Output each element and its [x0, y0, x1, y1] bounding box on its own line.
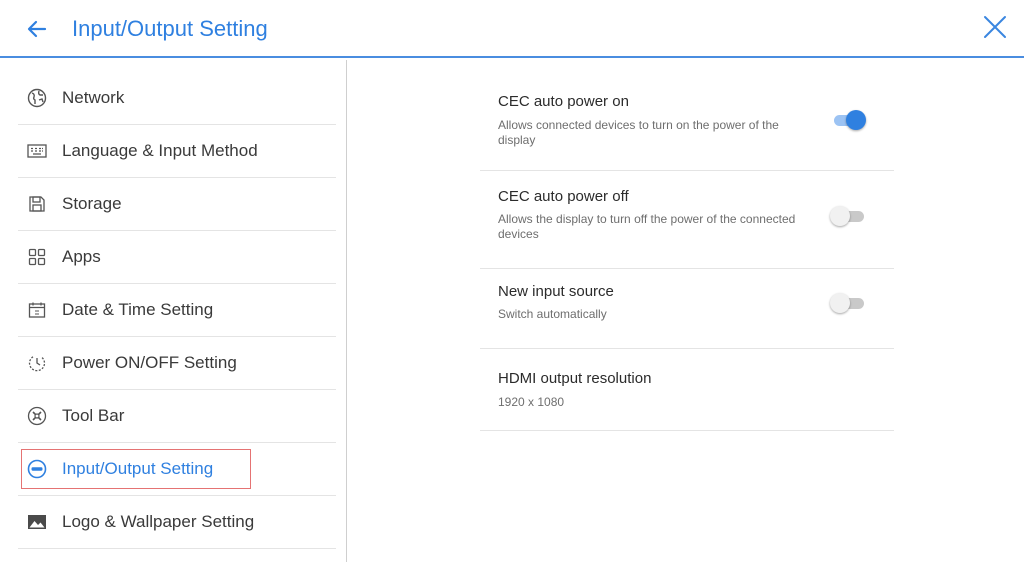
cec-power-on-toggle[interactable] [830, 109, 866, 131]
sidebar-item-label: Date & Time Setting [62, 300, 214, 319]
new-input-source-toggle[interactable] [830, 292, 866, 314]
toggle-thumb [830, 206, 850, 226]
cec-power-off-toggle[interactable] [830, 205, 866, 227]
settings-panel: CEC auto power on Allows connected devic… [480, 76, 894, 431]
sidebar-item-label: Apps [62, 247, 101, 266]
sidebar-item-apps[interactable]: Apps [18, 231, 336, 284]
setting-description: 1920 x 1080 [498, 395, 565, 409]
setting-title: New input source [498, 283, 614, 300]
setting-description: Allows connected devices to turn on the … [498, 118, 779, 147]
tools-icon [26, 405, 48, 427]
sidebar-item-logo-wallpaper[interactable]: Logo & Wallpaper Setting [18, 496, 336, 549]
setting-title: CEC auto power off [498, 188, 629, 205]
sidebar-item-label: Power ON/OFF Setting [62, 353, 237, 372]
setting-row-cec-power-on[interactable]: CEC auto power on Allows connected devic… [480, 76, 894, 171]
input-output-icon [26, 458, 48, 480]
setting-title: CEC auto power on [498, 93, 629, 110]
globe-icon [26, 87, 48, 109]
setting-description: Allows the display to turn off the power… [498, 212, 796, 241]
panel-divider [346, 60, 347, 562]
toggle-thumb [846, 110, 866, 130]
setting-row-hdmi-output[interactable]: HDMI output resolution 1920 x 1080 [480, 349, 894, 431]
sidebar-item-label: Storage [62, 194, 122, 213]
close-button[interactable] [978, 10, 1012, 44]
sidebar-item-label: Tool Bar [62, 406, 125, 425]
close-icon [984, 16, 1006, 38]
keyboard-icon [26, 140, 48, 162]
page-title: Input/Output Setting [72, 16, 268, 41]
sidebar-item-tool-bar[interactable]: Tool Bar [18, 390, 336, 443]
setting-row-cec-power-off[interactable]: CEC auto power off Allows the display to… [480, 171, 894, 269]
sidebar-item-label: Logo & Wallpaper Setting [62, 512, 255, 531]
power-icon [26, 352, 48, 374]
sidebar-item-label: Language & Input Method [62, 141, 258, 160]
settings-window: Input/Output Setting Network Language & … [0, 0, 1024, 562]
sidebar: Network Language & Input Method Storage [18, 72, 336, 549]
apps-grid-icon [26, 246, 48, 268]
sidebar-item-power[interactable]: Power ON/OFF Setting [18, 337, 336, 390]
sidebar-item-date-time[interactable]: Date & Time Setting [18, 284, 336, 337]
back-button[interactable] [22, 14, 52, 44]
sidebar-item-label: Network [62, 88, 125, 107]
header-bar: Input/Output Setting [0, 0, 1024, 58]
image-icon [26, 511, 48, 533]
sidebar-item-input-output[interactable]: Input/Output Setting [18, 443, 336, 496]
sidebar-item-language[interactable]: Language & Input Method [18, 125, 336, 178]
calendar-icon [26, 299, 48, 321]
sidebar-item-storage[interactable]: Storage [18, 178, 336, 231]
save-icon [26, 193, 48, 215]
setting-description: Switch automatically [498, 307, 607, 321]
sidebar-item-label: Input/Output Setting [62, 459, 214, 478]
setting-row-new-input-source[interactable]: New input source Switch automatically [480, 269, 894, 349]
arrow-left-icon [27, 20, 47, 38]
setting-title: HDMI output resolution [498, 370, 652, 387]
toggle-thumb [830, 293, 850, 313]
sidebar-item-network[interactable]: Network [18, 72, 336, 125]
